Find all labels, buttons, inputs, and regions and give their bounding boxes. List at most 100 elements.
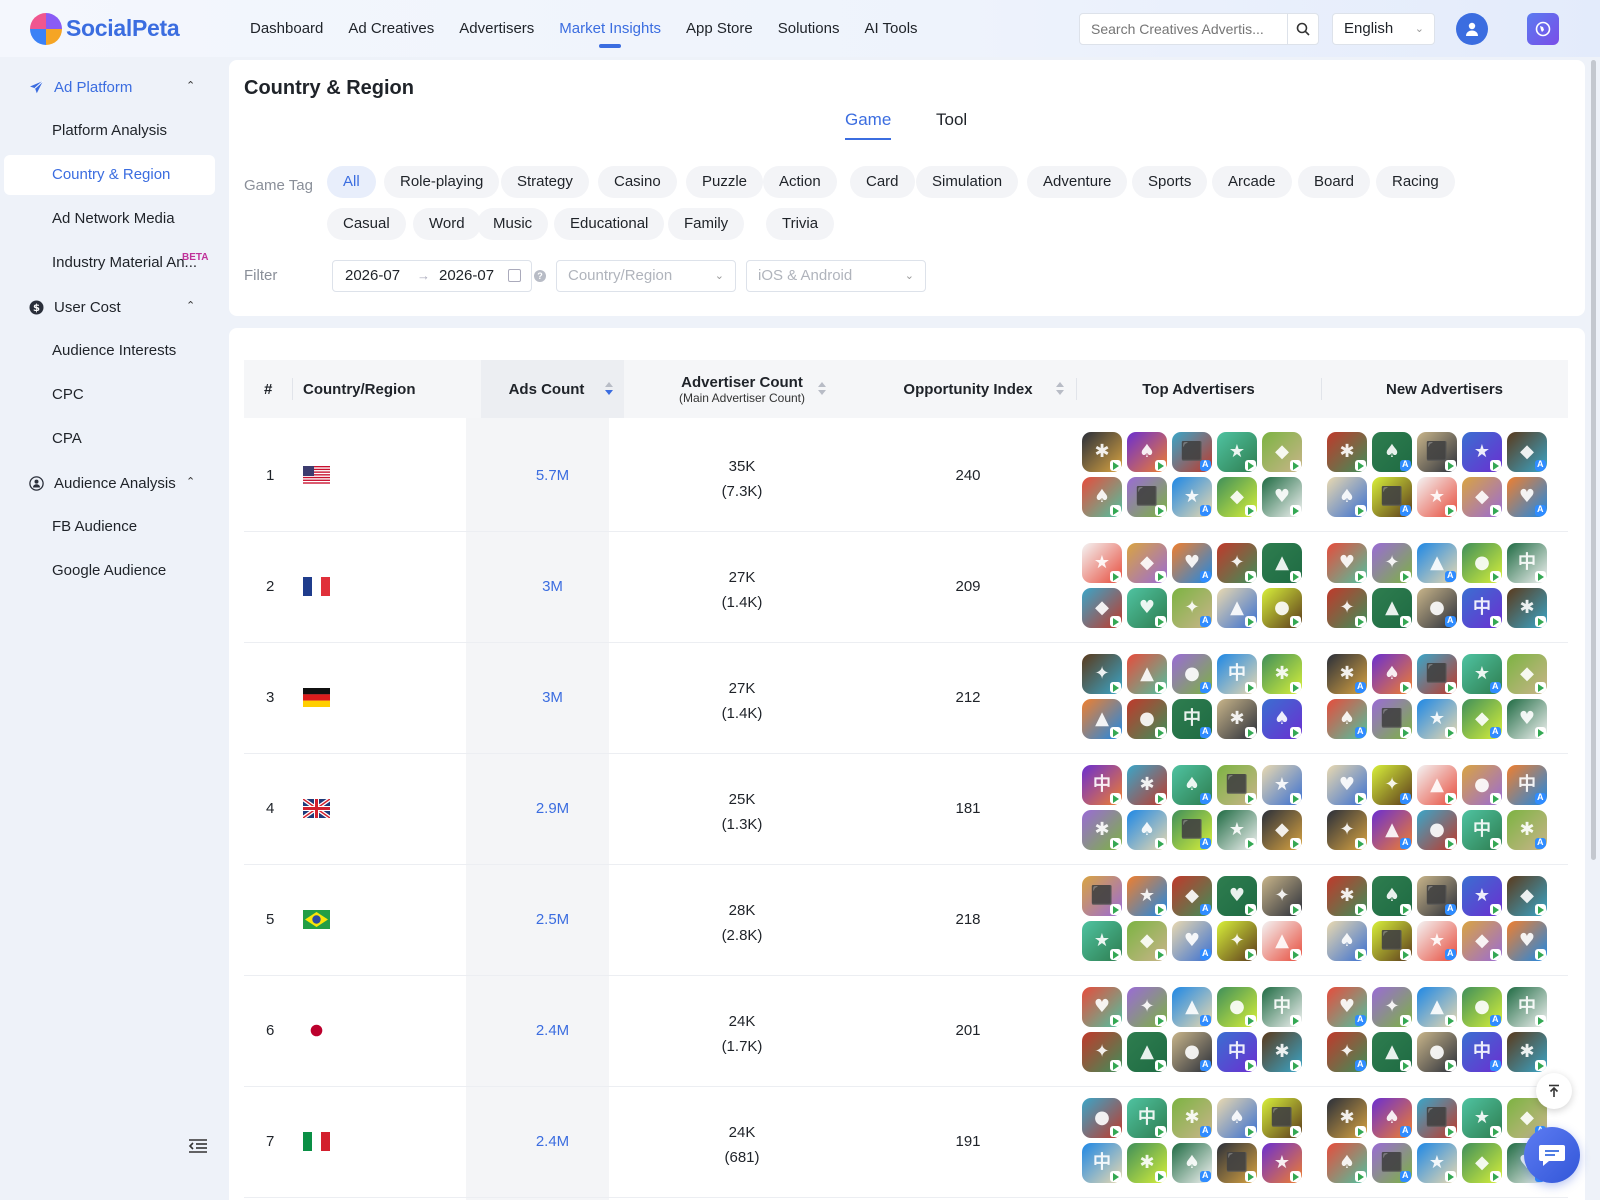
tag-chip-puzzle[interactable]: Puzzle xyxy=(686,166,764,198)
app-icon[interactable]: ♥ xyxy=(1327,987,1367,1027)
app-icon[interactable]: ◆ xyxy=(1082,588,1122,628)
app-icon[interactable]: ★ xyxy=(1462,432,1502,472)
tag-chip-simulation[interactable]: Simulation xyxy=(916,166,1019,198)
sort-desc-icon[interactable] xyxy=(605,382,613,396)
app-icon[interactable]: ✦ xyxy=(1372,543,1412,583)
app-icon[interactable]: ▲ xyxy=(1217,588,1257,628)
sort-icon[interactable] xyxy=(1056,382,1064,396)
ads-count-link[interactable]: 3M xyxy=(481,578,624,595)
app-icon[interactable]: ♠ xyxy=(1327,921,1367,961)
app-icon[interactable]: 中 xyxy=(1217,1032,1257,1072)
tag-chip-music[interactable]: Music xyxy=(477,208,549,240)
nav-dashboard[interactable]: Dashboard xyxy=(250,0,323,57)
app-icon[interactable]: ♥ xyxy=(1082,987,1122,1027)
app-icon[interactable]: ♥ xyxy=(1262,477,1302,517)
chat-support-button[interactable] xyxy=(1524,1127,1580,1183)
app-icon[interactable]: ⬛ xyxy=(1217,765,1257,805)
app-icon[interactable]: ◆ xyxy=(1262,810,1302,850)
nav-solutions[interactable]: Solutions xyxy=(778,0,840,57)
app-icon[interactable]: ● xyxy=(1417,1032,1457,1072)
app-icon[interactable]: ♠ xyxy=(1372,876,1412,916)
app-icon[interactable]: ◆ xyxy=(1462,477,1502,517)
tab-game[interactable]: Game xyxy=(845,110,892,140)
app-icon[interactable]: ● xyxy=(1172,1032,1212,1072)
tag-chip-sports[interactable]: Sports xyxy=(1132,166,1208,198)
tag-chip-racing[interactable]: Racing xyxy=(1376,166,1455,198)
app-icon[interactable]: ✦ xyxy=(1327,588,1367,628)
app-icon[interactable]: 中 xyxy=(1462,588,1502,628)
header-ads-count[interactable]: Ads Count xyxy=(481,360,624,418)
app-icon[interactable]: ✱ xyxy=(1172,1098,1212,1138)
tag-chip-strategy[interactable]: Strategy xyxy=(501,166,589,198)
sidebar-item-google-audience[interactable]: Google Audience xyxy=(0,549,225,593)
sidebar-item-country-region[interactable]: Country & Region xyxy=(4,155,215,195)
app-icon[interactable]: ✱ xyxy=(1327,654,1367,694)
app-icon[interactable]: ★ xyxy=(1462,1098,1502,1138)
app-icon[interactable]: ● xyxy=(1172,654,1212,694)
app-icon[interactable]: ★ xyxy=(1462,654,1502,694)
app-icon[interactable]: ✦ xyxy=(1082,654,1122,694)
app-icon[interactable]: ◆ xyxy=(1507,432,1547,472)
app-icon[interactable]: ✦ xyxy=(1327,1032,1367,1072)
app-icon[interactable]: ♥ xyxy=(1507,921,1547,961)
app-icon[interactable]: ✱ xyxy=(1082,810,1122,850)
app-icon[interactable]: 中 xyxy=(1082,765,1122,805)
tag-chip-role-playing[interactable]: Role-playing xyxy=(384,166,500,198)
sort-icon[interactable] xyxy=(818,382,826,396)
app-icon[interactable]: ● xyxy=(1082,1098,1122,1138)
app-icon[interactable]: ♥ xyxy=(1507,699,1547,739)
sidebar-item-fb-audience[interactable]: FB Audience xyxy=(0,505,225,549)
app-icon[interactable]: ★ xyxy=(1217,810,1257,850)
app-icon[interactable]: ✦ xyxy=(1172,588,1212,628)
app-icon[interactable]: ◆ xyxy=(1462,1143,1502,1183)
app-icon[interactable]: ✦ xyxy=(1372,765,1412,805)
table-row[interactable]: 62.4M24K(1.7K)201♥✦▲●中✦▲●中✱♥✦▲●中✦▲●中✱ xyxy=(244,974,1568,1087)
app-icon[interactable]: 中 xyxy=(1127,1098,1167,1138)
tab-tool[interactable]: Tool xyxy=(936,110,967,138)
app-icon[interactable]: ♥ xyxy=(1327,765,1367,805)
app-icon[interactable]: ✦ xyxy=(1082,1032,1122,1072)
app-icon[interactable]: ✱ xyxy=(1262,654,1302,694)
page-scrollbar[interactable] xyxy=(1591,60,1596,860)
app-icon[interactable]: ▲ xyxy=(1372,810,1412,850)
app-icon[interactable]: ★ xyxy=(1462,876,1502,916)
app-icon[interactable]: 中 xyxy=(1172,699,1212,739)
app-icon[interactable]: ★ xyxy=(1217,432,1257,472)
back-to-top-button[interactable] xyxy=(1536,1073,1572,1109)
app-icon[interactable]: ● xyxy=(1217,987,1257,1027)
sidebar-group-ad-platform[interactable]: Ad Platform ⌃ xyxy=(0,65,225,109)
tag-chip-word[interactable]: Word xyxy=(413,208,481,240)
app-icon[interactable]: ✱ xyxy=(1327,1098,1367,1138)
collapse-sidebar-icon[interactable] xyxy=(188,1138,208,1154)
table-row[interactable]: 15.7M35K(7.3K)240✱♠⬛★◆♠⬛★◆♥✱♠⬛★◆♠⬛★◆♥ xyxy=(244,419,1568,532)
table-row[interactable]: 42.9M25K(1.3K)181中✱♠⬛★✱♠⬛★◆♥✦▲●中✦▲●中✱ xyxy=(244,752,1568,865)
tag-chip-all[interactable]: All xyxy=(327,166,376,198)
app-icon[interactable]: ✦ xyxy=(1327,810,1367,850)
sidebar-item-industry-material[interactable]: Industry Material An... BETA xyxy=(0,241,225,285)
app-icon[interactable]: ♠ xyxy=(1217,1098,1257,1138)
date-range-picker[interactable]: 2026-07 → 2026-07 xyxy=(332,260,532,292)
app-icon[interactable]: ◆ xyxy=(1462,921,1502,961)
app-icon[interactable]: ♠ xyxy=(1372,654,1412,694)
app-icon[interactable]: ✱ xyxy=(1507,588,1547,628)
tag-chip-casual[interactable]: Casual xyxy=(327,208,406,240)
app-icon[interactable]: ⬛ xyxy=(1217,1143,1257,1183)
tag-chip-adventure[interactable]: Adventure xyxy=(1027,166,1128,198)
table-row[interactable]: 23M27K(1.4K)209★◆♥✦▲◆♥✦▲●♥✦▲●中✦▲●中✱ xyxy=(244,530,1568,643)
sidebar-item-cpa[interactable]: CPA xyxy=(0,417,225,461)
app-icon[interactable]: ● xyxy=(1462,543,1502,583)
ads-count-link[interactable]: 2.9M xyxy=(481,800,624,817)
ads-count-link[interactable]: 3M xyxy=(481,689,624,706)
app-icon[interactable]: 中 xyxy=(1462,810,1502,850)
app-icon[interactable]: 中 xyxy=(1507,987,1547,1027)
app-icon[interactable]: ♠ xyxy=(1127,432,1167,472)
tag-chip-action[interactable]: Action xyxy=(763,166,837,198)
app-icon[interactable]: ★ xyxy=(1417,1143,1457,1183)
app-icon[interactable]: ✱ xyxy=(1082,432,1122,472)
nav-ad-creatives[interactable]: Ad Creatives xyxy=(348,0,434,57)
app-icon[interactable]: ⬛ xyxy=(1417,654,1457,694)
ads-count-link[interactable]: 2.4M xyxy=(481,1022,624,1039)
app-icon[interactable]: ✱ xyxy=(1127,1143,1167,1183)
app-icon[interactable]: 中 xyxy=(1507,765,1547,805)
table-row[interactable]: 52.5M28K(2.8K)218⬛★◆♥✦★◆♥✦▲✱♠⬛★◆♠⬛★◆♥ xyxy=(244,863,1568,976)
